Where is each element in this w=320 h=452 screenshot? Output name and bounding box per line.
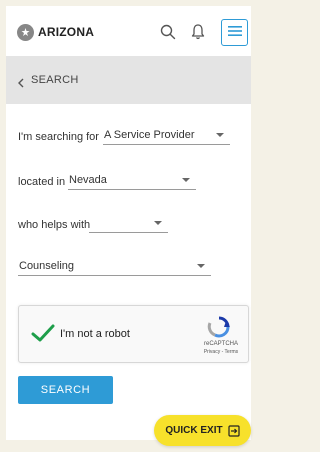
- quick-exit-button[interactable]: QUICK EXIT: [154, 415, 251, 446]
- search-button[interactable]: SEARCH: [18, 376, 113, 404]
- location-value: Nevada: [69, 174, 107, 186]
- quick-exit-label: QUICK EXIT: [165, 425, 223, 436]
- recaptcha-terms-link[interactable]: Privacy - Terms: [196, 349, 246, 355]
- helps-with-label: who helps with: [18, 219, 91, 231]
- chevron-down-icon: [154, 221, 162, 225]
- provider-type-select[interactable]: A Service Provider: [103, 127, 230, 145]
- chevron-down-icon: [197, 264, 205, 268]
- category-select[interactable]: Counseling: [18, 258, 211, 276]
- app-header: ARIZONA: [6, 6, 251, 56]
- search-icon[interactable]: [159, 23, 177, 41]
- recaptcha-brand: reCAPTCHA: [203, 341, 238, 347]
- category-value: Counseling: [19, 260, 75, 272]
- logo-mark-icon: [17, 23, 34, 41]
- located-in-label: located in: [18, 176, 66, 188]
- logo[interactable]: ARIZONA: [17, 23, 94, 41]
- recaptcha-widget: I'm not a robot reCAPTCHA Privacy - Term…: [18, 305, 249, 363]
- chevron-left-icon: [17, 75, 25, 88]
- provider-type-value: A Service Provider: [104, 129, 195, 141]
- hamburger-menu-icon: [227, 24, 242, 42]
- page-card: ARIZONA SEARCH I'm searching for A Servi…: [6, 6, 251, 440]
- location-select[interactable]: Nevada: [68, 172, 196, 190]
- back-to-search-bar[interactable]: SEARCH: [6, 56, 251, 104]
- searching-for-label: I'm searching for: [18, 131, 99, 143]
- helps-with-select[interactable]: [89, 215, 168, 233]
- recaptcha-label: I'm not a robot: [60, 328, 130, 340]
- exit-icon: [228, 424, 240, 437]
- chevron-down-icon: [216, 133, 224, 137]
- back-label: SEARCH: [31, 74, 79, 86]
- menu-button[interactable]: [221, 19, 248, 46]
- chevron-down-icon: [182, 178, 190, 182]
- recaptcha-logo-icon: [206, 315, 232, 339]
- logo-text: ARIZONA: [38, 25, 95, 39]
- checkmark-icon[interactable]: [31, 323, 55, 343]
- bell-icon[interactable]: [190, 23, 206, 41]
